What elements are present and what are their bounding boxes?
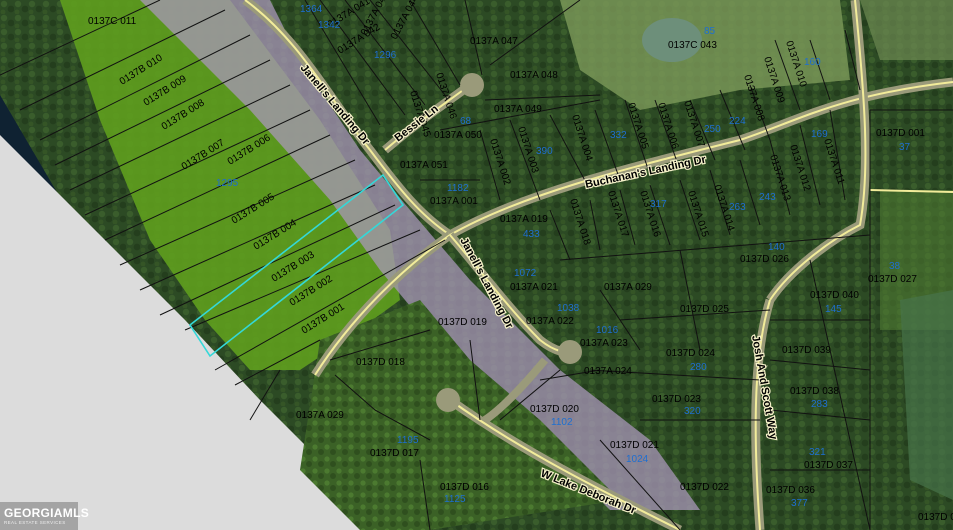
address-number: 1072 — [514, 268, 537, 279]
parcel-label: 0137D 027 — [868, 274, 917, 285]
address-number: 160 — [804, 57, 821, 68]
address-number: 85 — [704, 26, 716, 37]
parcel-label: 0137A 019 — [500, 214, 548, 225]
address-number: 68 — [460, 116, 472, 127]
address-number: 1016 — [596, 325, 619, 336]
parcel-label: 0137D 023 — [652, 394, 701, 405]
parcel-label: 0137A 024 — [584, 366, 632, 377]
address-number: 1125 — [444, 494, 466, 505]
parcel-label: 0137D 040 — [810, 290, 859, 301]
address-number: 38 — [889, 261, 901, 272]
address-number: 317 — [650, 199, 667, 210]
logo-brand-text: GEORGIAMLS — [4, 505, 90, 520]
parcel-label: 0137A 029 — [296, 410, 344, 421]
parcel-label: 0137D 019 — [438, 317, 487, 328]
parcel-label: 0137D 020 — [530, 404, 579, 415]
parcel-label: 0137C 011 — [88, 16, 137, 27]
parcel-label: 0137D 039 — [782, 345, 831, 356]
parcel-label: 0137A 050 — [434, 130, 482, 141]
address-number: 320 — [684, 406, 701, 417]
parcel-label: 0137D 001 — [876, 128, 925, 139]
address-number: 1102 — [551, 417, 573, 428]
map-canvas[interactable]: 0137C 011 0137B 010 0137B 009 0137B 008 … — [0, 0, 953, 530]
parcel-label: 0137D 017 — [370, 448, 419, 459]
address-number: 224 — [729, 116, 746, 127]
address-number: 280 — [690, 362, 707, 373]
address-number: 145 — [825, 304, 842, 315]
georgia-mls-logo: GEORGIAMLS REAL ESTATE SERVICES — [0, 502, 90, 530]
parcel-label: 0137A 048 — [510, 70, 558, 81]
address-number: 263 — [729, 202, 746, 213]
parcel-label: 0137D 024 — [666, 348, 715, 359]
address-number: 390 — [536, 146, 553, 157]
parcel-label: 0137D 026 — [740, 254, 789, 265]
address-number: 1024 — [626, 454, 649, 465]
parcel-label: 0137A 023 — [580, 338, 628, 349]
parcel-label: 0137D 016 — [440, 482, 489, 493]
parcel-label: 0137A 022 — [526, 316, 574, 327]
parcel-label: 0137D 025 — [680, 304, 729, 315]
address-number: 1182 — [447, 183, 469, 194]
address-number: 321 — [809, 447, 826, 458]
parcel-label: 0137A 047 — [470, 36, 518, 47]
address-number: 1342 — [318, 20, 341, 31]
parcel-label: 0137D 038 — [790, 386, 839, 397]
parcel-map[interactable]: 0137C 011 0137B 010 0137B 009 0137B 008 … — [0, 0, 953, 530]
address-number: 250 — [704, 124, 721, 135]
address-number: 243 — [759, 192, 776, 203]
address-number: 1364 — [300, 4, 323, 15]
parcel-label: 0137D 021 — [610, 440, 659, 451]
address-number: 37 — [899, 142, 911, 153]
address-number: 1195 — [397, 435, 419, 446]
parcel-label: 0137D 022 — [680, 482, 729, 493]
parcel-label: 0137A 049 — [494, 104, 542, 115]
address-number: 140 — [768, 242, 785, 253]
address-number: 377 — [791, 498, 808, 509]
parcel-label: 0137D 018 — [356, 357, 405, 368]
address-number: 1038 — [557, 303, 580, 314]
parcel-label: 0137C 043 — [668, 40, 717, 51]
parcel-label: 0137D 036 — [766, 485, 815, 496]
address-number: 283 — [811, 399, 828, 410]
address-number: 169 — [811, 129, 828, 140]
parcel-label: 0137D 004 — [918, 512, 953, 523]
address-number: 433 — [523, 229, 540, 240]
parcel-label: 0137A 029 — [604, 282, 652, 293]
address-number: 1296 — [374, 50, 397, 61]
address-number: 332 — [610, 130, 627, 141]
logo-subtitle-text: REAL ESTATE SERVICES — [4, 519, 66, 525]
address-number: 1295 — [216, 178, 239, 189]
parcel-label: 0137A 051 — [400, 160, 448, 171]
parcel-label: 0137A 021 — [510, 282, 558, 293]
parcel-label: 0137D 037 — [804, 460, 853, 471]
parcel-label: 0137A 001 — [430, 196, 478, 207]
